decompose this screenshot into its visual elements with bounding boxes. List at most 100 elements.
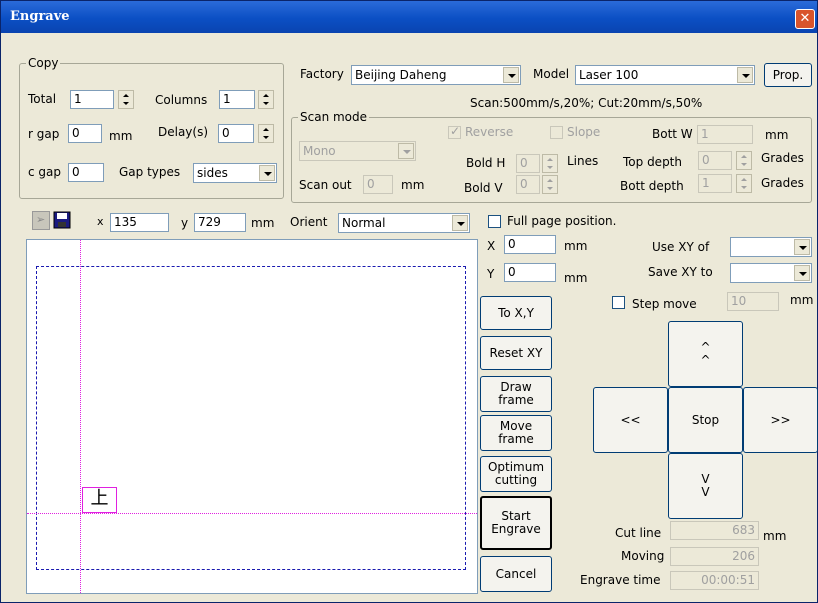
draw-frame-button[interactable]: Draw frame — [480, 376, 552, 412]
start-engrave-button[interactable]: Start Engrave — [480, 496, 552, 550]
topdepth-spinner[interactable] — [736, 151, 752, 170]
orient-label: Orient — [290, 215, 328, 229]
x-coord-input[interactable]: 135 — [110, 213, 169, 232]
guide-line-vertical — [80, 240, 81, 593]
orient-select[interactable]: Normal — [338, 213, 470, 233]
stop-button[interactable]: Stop — [668, 387, 743, 453]
pos-y-unit: mm — [564, 271, 588, 285]
scan-mode-value: Mono — [303, 144, 336, 158]
y-coord-input[interactable]: 729 — [194, 213, 246, 232]
boldv-input[interactable]: 0 — [516, 175, 540, 194]
rgap-unit: mm — [109, 129, 133, 143]
reverse-label: Reverse — [465, 125, 514, 139]
savexy-label: Save XY to — [648, 265, 713, 279]
scan-info: Scan:500mm/s,20%; Cut:20mm/s,50% — [470, 96, 703, 110]
cancel-button[interactable]: Cancel — [480, 556, 552, 592]
move-right-button[interactable]: >> — [743, 387, 818, 453]
engrave-canvas[interactable]: 上 — [26, 239, 478, 594]
optimum-cutting-button[interactable]: Optimum cutting — [480, 456, 552, 492]
bottdepth-label: Bott depth — [620, 179, 684, 193]
columns-input[interactable]: 1 — [219, 90, 255, 109]
chevron-down-icon[interactable] — [794, 239, 810, 255]
fullpage-label: Full page position. — [507, 214, 617, 228]
boldv-spinner[interactable] — [542, 175, 558, 194]
scan-mode-select[interactable]: Mono — [299, 141, 416, 161]
pos-x-label: X — [487, 239, 496, 253]
text-object[interactable]: 上 — [82, 487, 117, 513]
topdepth-input[interactable]: 0 — [698, 151, 732, 170]
bolth-spinner[interactable] — [542, 154, 558, 173]
reverse-checkbox[interactable] — [448, 124, 461, 139]
bottdepth-input[interactable]: 1 — [698, 174, 732, 193]
stepmove-input[interactable]: 10 — [727, 292, 779, 311]
move-left-button[interactable]: << — [593, 387, 668, 453]
pos-y-input[interactable]: 0 — [504, 263, 556, 282]
chevron-down-icon[interactable] — [398, 143, 414, 159]
stepmove-checkbox[interactable] — [612, 296, 625, 309]
bottdepth-spinner[interactable] — [736, 174, 752, 193]
glyph: 上 — [90, 488, 109, 509]
gaptypes-select[interactable]: sides — [193, 163, 277, 183]
rgap-label: r gap — [28, 127, 60, 141]
time-value: 00:00:51 — [670, 571, 759, 590]
delay-label: Delay(s) — [158, 125, 209, 139]
save-tool-button[interactable] — [53, 211, 73, 230]
chevron-down-icon[interactable] — [794, 265, 810, 281]
scanout-unit: mm — [401, 178, 425, 192]
y-label: y — [181, 216, 189, 230]
model-select[interactable]: Laser 100 — [575, 65, 755, 85]
boldv-label: Bold V — [464, 181, 503, 195]
chevron-down-icon[interactable] — [737, 67, 753, 83]
copy-group-title: Copy — [26, 56, 61, 70]
usexy-select[interactable] — [730, 237, 812, 257]
close-button[interactable]: ✕ — [795, 9, 815, 29]
cgap-input[interactable]: 0 — [68, 163, 104, 182]
fullpage-checkbox[interactable] — [488, 215, 501, 228]
bolth-label: Bold H — [466, 156, 506, 170]
topdepth-unit: Grades — [761, 151, 804, 165]
window-title: Engrave — [10, 9, 70, 24]
engrave-window: Engrave ✕ Copy Total 1 Columns 1 r gap 0… — [0, 0, 818, 603]
prop-button[interactable]: Prop. — [764, 63, 812, 87]
move-frame-button[interactable]: Move frame — [480, 415, 552, 451]
total-input[interactable]: 1 — [70, 90, 114, 109]
moving-value: 206 — [670, 547, 759, 566]
scanout-label: Scan out — [299, 178, 352, 192]
stepmove-unit: mm — [790, 293, 814, 307]
cutline-unit: mm — [763, 529, 787, 543]
chevron-down-icon[interactable] — [503, 67, 519, 83]
bottw-input[interactable]: 1 — [697, 125, 753, 144]
delay-spinner[interactable] — [258, 124, 274, 143]
bottw-label: Bott W — [652, 127, 693, 141]
usexy-label: Use XY of — [652, 240, 710, 254]
columns-spinner[interactable] — [258, 90, 274, 109]
to-xy-button[interactable]: To X,Y — [480, 296, 552, 330]
bolth-input[interactable]: 0 — [516, 154, 540, 173]
cgap-label: c gap — [28, 165, 61, 179]
total-spinner[interactable] — [118, 90, 134, 109]
chevron-down-icon[interactable] — [452, 215, 468, 231]
move-up-button[interactable]: ^ ^ — [668, 321, 743, 387]
pos-x-unit: mm — [564, 239, 588, 253]
orient-value: Normal — [342, 216, 386, 230]
delay-input[interactable]: 0 — [218, 124, 254, 143]
factory-value: Beijing Daheng — [355, 68, 447, 82]
title-bar[interactable]: Engrave ✕ — [1, 1, 817, 33]
rgap-input[interactable]: 0 — [68, 124, 102, 143]
cutline-value: 683 — [670, 521, 759, 540]
model-value: Laser 100 — [579, 68, 639, 82]
factory-select[interactable]: Beijing Daheng — [351, 65, 521, 85]
savexy-select[interactable] — [730, 263, 812, 283]
reset-xy-button[interactable]: Reset XY — [480, 336, 552, 370]
scanout-input[interactable]: 0 — [363, 175, 393, 194]
slope-checkbox[interactable] — [550, 126, 563, 139]
pos-x-input[interactable]: 0 — [504, 235, 556, 254]
move-down-button[interactable]: V V — [668, 453, 743, 519]
moving-label: Moving — [621, 549, 665, 563]
chevron-down-icon[interactable] — [259, 165, 275, 181]
arrow-tool-button[interactable]: ➢ — [32, 211, 50, 230]
guide-line-horizontal — [27, 513, 477, 514]
bottdepth-unit: Grades — [761, 176, 804, 190]
pos-y-label: Y — [487, 267, 495, 281]
cutline-label: Cut line — [615, 526, 662, 540]
